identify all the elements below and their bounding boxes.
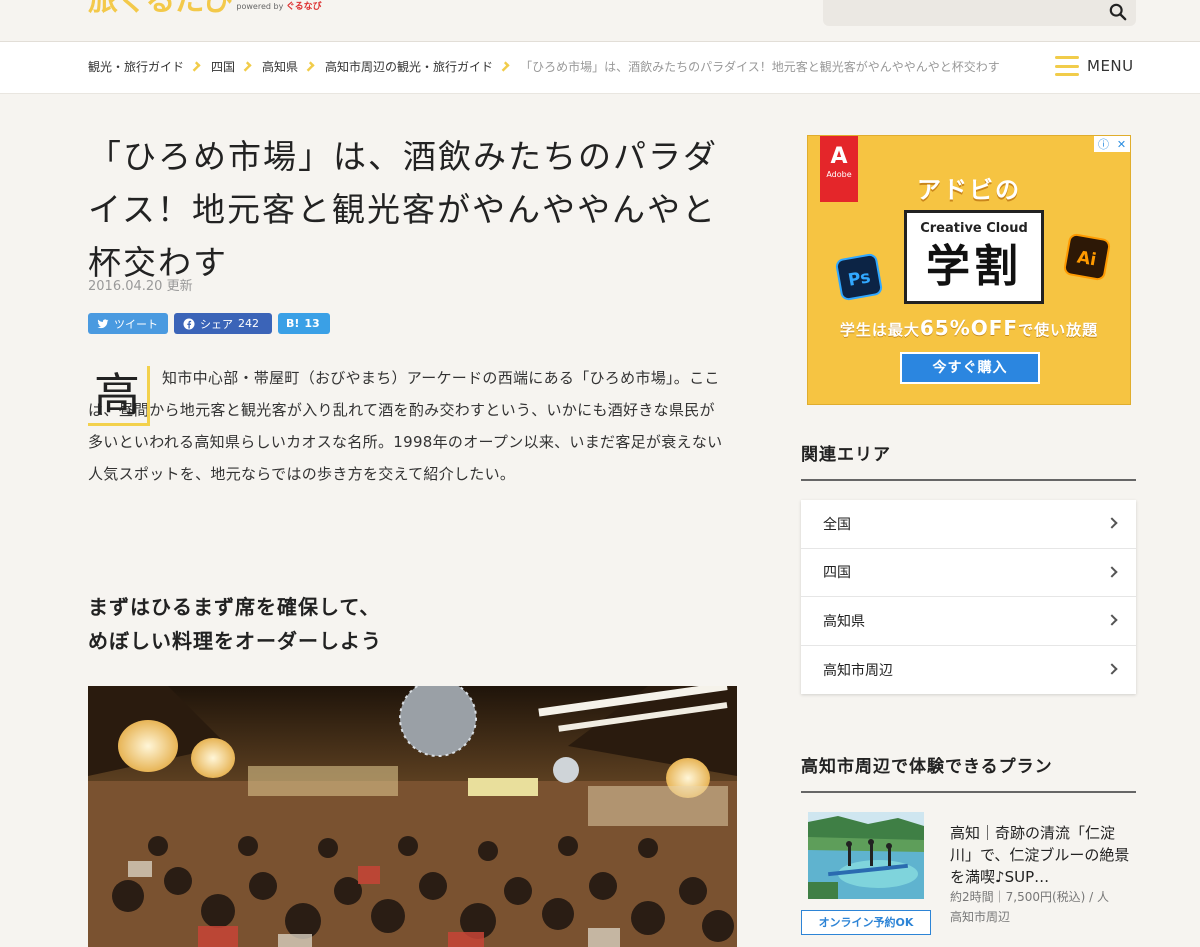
- search-icon[interactable]: [1109, 3, 1127, 21]
- area-item-shikoku[interactable]: 四国: [801, 549, 1136, 597]
- dropcap: 高: [88, 366, 150, 426]
- article-title: 「ひろめ市場」は、酒飲みたちのパラダイス！地元客と観光客がやんややんやと杯交わす: [88, 137, 718, 282]
- search-input[interactable]: [823, 0, 1136, 26]
- twitter-icon: [97, 318, 109, 328]
- area-item-kochi-city[interactable]: 高知市周辺: [801, 646, 1136, 695]
- top-header: 旅ぐるたび powered by ぐるなび: [0, 0, 1200, 42]
- lead-paragraph: 知市中心部・帯屋町（おびやまち）アーケードの西端にある「ひろめ市場」。ここは、昼…: [88, 369, 723, 483]
- breadcrumb: 観光・旅行ガイド 四国 高知県 高知市周辺の観光・旅行ガイド 「ひろめ市場」は、…: [88, 58, 1000, 75]
- chevron-right-icon: [190, 61, 201, 72]
- ad-copy: 学生は最大65%OFFで使い放題: [839, 316, 1099, 340]
- logo-powered: powered by ぐるなび: [236, 2, 322, 12]
- market-photo: [88, 686, 737, 947]
- site-logo[interactable]: 旅ぐるたび powered by ぐるなび: [88, 0, 322, 16]
- tweet-button[interactable]: ツイート: [88, 313, 168, 334]
- hatena-count: 13: [304, 317, 320, 330]
- breadcrumb-item[interactable]: 四国: [211, 58, 235, 75]
- ad-offer-box: Creative Cloud 学割: [904, 210, 1044, 304]
- adobe-advertisement[interactable]: A Adobe ⓘ ✕ アドビの Creative Cloud 学割 Ps Ai 学…: [807, 135, 1131, 405]
- hatena-bookmark-button[interactable]: B! 13: [278, 313, 330, 334]
- breadcrumb-item[interactable]: 観光・旅行ガイド: [88, 58, 184, 75]
- hamburger-icon: [1055, 56, 1079, 76]
- chevron-right-icon: [1106, 662, 1118, 675]
- facebook-share-label: シェア: [200, 317, 233, 331]
- menu-label: MENU: [1087, 57, 1134, 75]
- chevron-right-icon: [1106, 614, 1118, 626]
- article-date: 2016.04.20 更新: [88, 279, 193, 294]
- section-heading: まずはひるまず席を確保して、 めぼしい料理をオーダーしよう: [88, 595, 382, 653]
- breadcrumb-bar: 観光・旅行ガイド 四国 高知県 高知市周辺の観光・旅行ガイド 「ひろめ市場」は、…: [0, 42, 1200, 94]
- share-buttons: ツイート シェア 242 B! 13: [88, 313, 330, 334]
- facebook-share-count: 242: [238, 317, 259, 330]
- ad-choices-icon[interactable]: ⓘ ✕: [1094, 136, 1130, 152]
- chevron-right-icon: [1106, 565, 1118, 578]
- breadcrumb-item[interactable]: 高知県: [262, 58, 298, 75]
- online-booking-badge: オンライン予約OK: [801, 910, 931, 935]
- plan-thumbnail[interactable]: [808, 812, 924, 899]
- breadcrumb-item[interactable]: 高知市周辺の観光・旅行ガイド: [325, 58, 493, 75]
- facebook-share-button[interactable]: シェア 242: [174, 313, 272, 334]
- ad-title: アドビの: [917, 176, 1021, 204]
- logo-text: 旅ぐるたび: [88, 0, 233, 18]
- article-lead: 高 知市中心部・帯屋町（おびやまち）アーケードの西端にある「ひろめ市場」。ここは…: [88, 362, 728, 490]
- area-item-kochi-ken[interactable]: 高知県: [801, 597, 1136, 646]
- tweet-label: ツイート: [114, 317, 158, 331]
- breadcrumb-current: 「ひろめ市場」は、酒飲みたちのパラダイス！地元客と観光客がやんややんやと杯交わす: [520, 60, 1000, 74]
- facebook-icon: [183, 318, 195, 329]
- chevron-right-icon: [499, 61, 510, 72]
- photoshop-icon: Ps: [834, 252, 884, 302]
- related-area-list: 全国 四国 高知県 高知市周辺: [801, 500, 1136, 694]
- plan-meta: 約2時間｜7,500円(税込) / 人 高知市周辺: [950, 890, 1110, 924]
- chevron-right-icon: [241, 61, 252, 72]
- plan-title[interactable]: 高知｜奇跡の清流「仁淀川」で、仁淀ブルーの絶景を満喫♪SUP…: [950, 822, 1136, 888]
- chevron-right-icon: [1106, 517, 1118, 529]
- area-item-zenkoku[interactable]: 全国: [801, 500, 1136, 549]
- chevron-right-icon: [304, 61, 315, 72]
- menu-button[interactable]: MENU: [1055, 56, 1134, 76]
- related-area-heading: 関連エリア: [801, 440, 1136, 481]
- illustrator-icon: Ai: [1062, 232, 1112, 282]
- plans-heading: 高知市周辺で体験できるプラン: [801, 752, 1136, 793]
- ad-buy-button[interactable]: 今すぐ購入: [900, 352, 1040, 384]
- hatena-icon: B!: [286, 317, 300, 330]
